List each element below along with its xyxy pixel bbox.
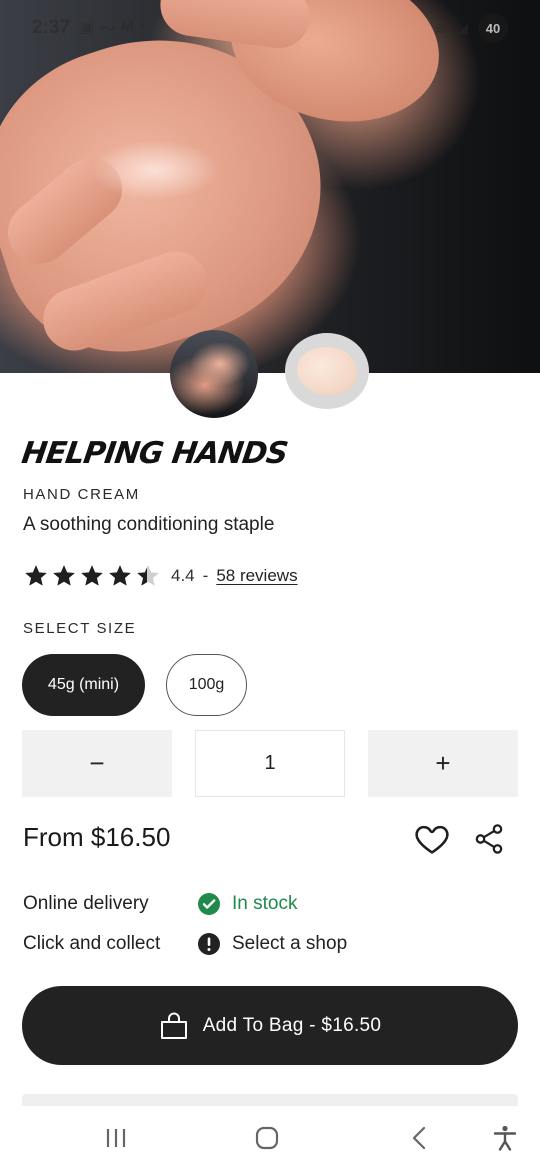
select-size-label: SELECT SIZE [23, 620, 137, 637]
wifi-icon: ≋ [433, 20, 447, 37]
product-page: 2:37 ▣ 〜 M • ≋ ◢ 40 HELPING HANDS HAND C… [0, 0, 540, 1170]
product-title: HELPING HANDS [19, 436, 290, 471]
next-section-peek [22, 1094, 518, 1106]
shopping-bag-icon [160, 1012, 187, 1039]
price-label: From $16.50 [23, 822, 171, 852]
size-option-100g[interactable]: 100g [166, 654, 247, 716]
battery-icon: 40 [478, 13, 508, 43]
product-category: HAND CREAM [23, 486, 140, 503]
screenshot-icon: ▣ [80, 18, 95, 36]
share-icon[interactable] [472, 822, 506, 856]
alert-circle-icon [198, 933, 220, 955]
check-circle-icon [198, 893, 220, 915]
quantity-value[interactable]: 1 [195, 730, 345, 797]
select-shop-link[interactable]: Select a shop [232, 933, 347, 955]
add-to-bag-label: Add To Bag - $16.50 [202, 1014, 382, 1036]
star-icon [25, 565, 47, 586]
availability-label: Online delivery [23, 893, 149, 914]
availability-online-delivery: Online delivery In stock [23, 890, 297, 918]
home-icon[interactable] [251, 1122, 283, 1154]
availability-click-collect: Click and collect Select a shop [23, 930, 347, 958]
system-nav-bar [0, 1106, 540, 1170]
quantity-increase-button[interactable]: + [368, 730, 518, 797]
back-icon[interactable] [403, 1122, 435, 1154]
availability-status: In stock [232, 893, 298, 914]
rating-stars [23, 563, 161, 589]
star-icon [53, 565, 75, 586]
signal-icon: ◢ [456, 20, 468, 37]
accessibility-icon[interactable] [489, 1122, 521, 1154]
size-option-45g[interactable]: 45g (mini) [22, 654, 145, 716]
gmail-icon: M [121, 17, 134, 35]
recent-apps-icon[interactable] [100, 1122, 132, 1154]
star-half-icon [137, 565, 159, 586]
availability-label: Click and collect [23, 933, 161, 954]
rating-row: 4.4 - 58 reviews [23, 562, 298, 590]
status-time: 2:37 [32, 17, 71, 38]
add-to-bag-button[interactable]: Add To Bag - $16.50 [22, 986, 518, 1065]
gallery-thumbnail-hand[interactable] [170, 330, 258, 418]
dot-icon: • [139, 17, 145, 35]
quantity-decrease-button[interactable]: − [22, 730, 172, 797]
rating-separator: - [202, 566, 209, 585]
reviews-link[interactable]: 58 reviews [216, 566, 297, 586]
rating-value: 4.4 [171, 566, 195, 585]
status-bar: 2:37 ▣ 〜 M • ≋ ◢ 40 [0, 0, 540, 56]
wave-icon: 〜 [100, 20, 116, 38]
gallery-thumbnail-cream[interactable] [285, 333, 369, 409]
heart-icon[interactable] [413, 820, 451, 858]
product-tagline: A soothing conditioning staple [23, 514, 275, 535]
star-icon [109, 565, 131, 586]
star-icon [81, 565, 103, 586]
